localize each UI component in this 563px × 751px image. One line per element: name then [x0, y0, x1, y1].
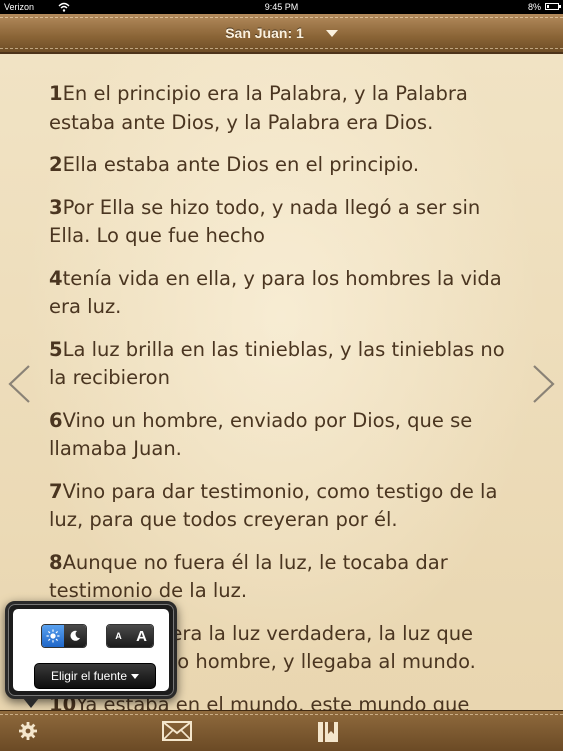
verse[interactable]: 8Aunque no fuera él la luz, le tocaba da…	[49, 549, 519, 606]
day-mode-button[interactable]	[42, 625, 64, 647]
verse[interactable]: 2Ella estaba ante Dios en el principio.	[49, 151, 519, 180]
verse[interactable]: 7Vino para dar testimonio, como testigo …	[49, 478, 519, 535]
bookmark-icon[interactable]	[317, 721, 339, 743]
verse[interactable]: 5La luz brilla en las tinieblas, y las t…	[49, 336, 519, 393]
choose-font-button[interactable]: Eligir el fuente	[34, 663, 156, 689]
verse-text: tenía vida en ella, y para los hombres l…	[49, 266, 502, 319]
verse-number: 4	[49, 266, 63, 290]
chapter-selector[interactable]: San Juan: 1	[0, 14, 563, 52]
theme-toggle	[41, 624, 87, 648]
verse-text: Aunque no fuera él la luz, le tocaba dar…	[49, 550, 448, 603]
verse-number: 8	[49, 550, 63, 574]
verse[interactable]: 6Vino un hombre, enviado por Dios, que s…	[49, 407, 519, 464]
choose-font-label: Eligir el fuente	[50, 669, 128, 683]
verse[interactable]: 3Por Ella se hizo todo, y nada llegó a s…	[49, 194, 519, 251]
verse-number: 7	[49, 479, 63, 503]
display-settings-popover: A A Eligir el fuente	[5, 601, 177, 708]
mail-icon[interactable]	[162, 721, 192, 741]
verse[interactable]: 4tenía vida en ella, y para los hombres …	[49, 265, 519, 322]
verse-text: Por Ella se hizo todo, y nada llegó a se…	[49, 195, 481, 248]
font-size-control: A A	[106, 624, 154, 648]
gear-icon[interactable]	[18, 721, 38, 741]
verse-number: 1	[49, 82, 63, 105]
bottom-toolbar	[0, 710, 563, 751]
chevron-left-icon[interactable]	[5, 362, 33, 406]
nav-bar: San Juan: 1	[0, 14, 563, 54]
chevron-right-icon[interactable]	[530, 362, 558, 406]
popover-tail	[23, 698, 39, 708]
verse-text: Ella estaba ante Dios en el principio.	[62, 153, 420, 176]
decrease-font-button[interactable]: A	[107, 625, 130, 647]
verse[interactable]: 1En el principio era la Palabra, y la Pa…	[49, 80, 519, 137]
verse-number: 2	[49, 153, 63, 176]
dropdown-arrow-icon	[131, 673, 140, 679]
status-bar: Verizon 9:45 PM 8%	[0, 0, 563, 14]
verse-text: La luz brilla en las tinieblas, y las ti…	[49, 337, 505, 390]
popover-body: A A Eligir el fuente	[13, 609, 169, 691]
status-time: 9:45 PM	[264, 2, 299, 12]
verse-number: 3	[49, 195, 63, 219]
battery-icon	[545, 3, 561, 10]
chevron-down-icon	[325, 29, 338, 37]
chapter-title: San Juan: 1	[225, 25, 304, 41]
night-mode-button[interactable]	[64, 625, 86, 647]
verse-text: Vino un hombre, enviado por Dios, que se…	[49, 408, 473, 461]
increase-font-button[interactable]: A	[130, 625, 153, 647]
verse-number: 5	[49, 337, 63, 361]
verse-text: En el principio era la Palabra, y la Pal…	[49, 82, 468, 134]
battery-percent: 8%	[527, 2, 541, 12]
stitch-decoration	[0, 48, 563, 49]
verse-text: Vino para dar testimonio, como testigo d…	[49, 479, 498, 532]
moon-icon	[70, 630, 80, 641]
verse-number: 6	[49, 408, 63, 432]
sun-icon	[46, 629, 60, 643]
stitch-decoration	[0, 714, 563, 715]
